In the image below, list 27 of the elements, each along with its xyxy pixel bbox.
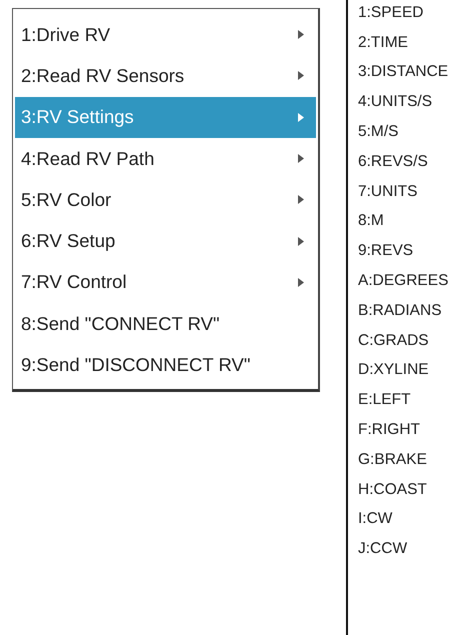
- submenu-item[interactable]: B:RADIANS: [358, 302, 442, 320]
- submenu-item[interactable]: E:LEFT: [358, 391, 411, 410]
- submenu-item[interactable]: J:CCW: [358, 540, 408, 558]
- submenu-item[interactable]: 2:TIME: [358, 34, 408, 52]
- submenu-item[interactable]: G:BRAKE: [358, 450, 427, 469]
- submenu-item[interactable]: 4:UNITS/S: [358, 93, 432, 112]
- submenu-item[interactable]: 7:UNITS: [358, 182, 418, 201]
- submenu-item[interactable]: A:DEGREES: [358, 272, 448, 290]
- menu-item[interactable]: 4:Read RV Path: [15, 138, 316, 180]
- menu-item[interactable]: 1:Drive RV: [15, 14, 316, 56]
- menu-item[interactable]: 5:RV Color: [15, 179, 316, 220]
- menu-item[interactable]: 8:Send "CONNECT RV": [15, 303, 316, 344]
- submenu-item[interactable]: 6:REVS/S: [358, 152, 428, 171]
- submenu-item[interactable]: 8:M: [358, 212, 384, 230]
- menu-item[interactable]: 9:Send "DISCONNECT RV": [15, 344, 316, 386]
- submenu-item[interactable]: C:GRADS: [358, 332, 429, 350]
- submenu-item[interactable]: 1:SPEED: [358, 4, 424, 22]
- submenu-item[interactable]: 3:DISTANCE: [358, 63, 448, 82]
- submenu-item[interactable]: H:COAST: [358, 480, 427, 499]
- submenu-item[interactable]: 9:REVS: [358, 242, 414, 260]
- submenu-item[interactable]: D:XYLINE: [358, 361, 429, 380]
- submenu-item[interactable]: I:CW: [358, 510, 392, 528]
- submenu-item[interactable]: 5:M/S: [358, 123, 398, 142]
- submenu-item[interactable]: F:RIGHT: [358, 421, 420, 440]
- menu-item[interactable]: 6:RV Setup: [15, 220, 316, 262]
- menu-item[interactable]: 7:RV Control: [15, 262, 316, 304]
- menu-item[interactable]: 2:Read RV Sensors: [15, 55, 316, 97]
